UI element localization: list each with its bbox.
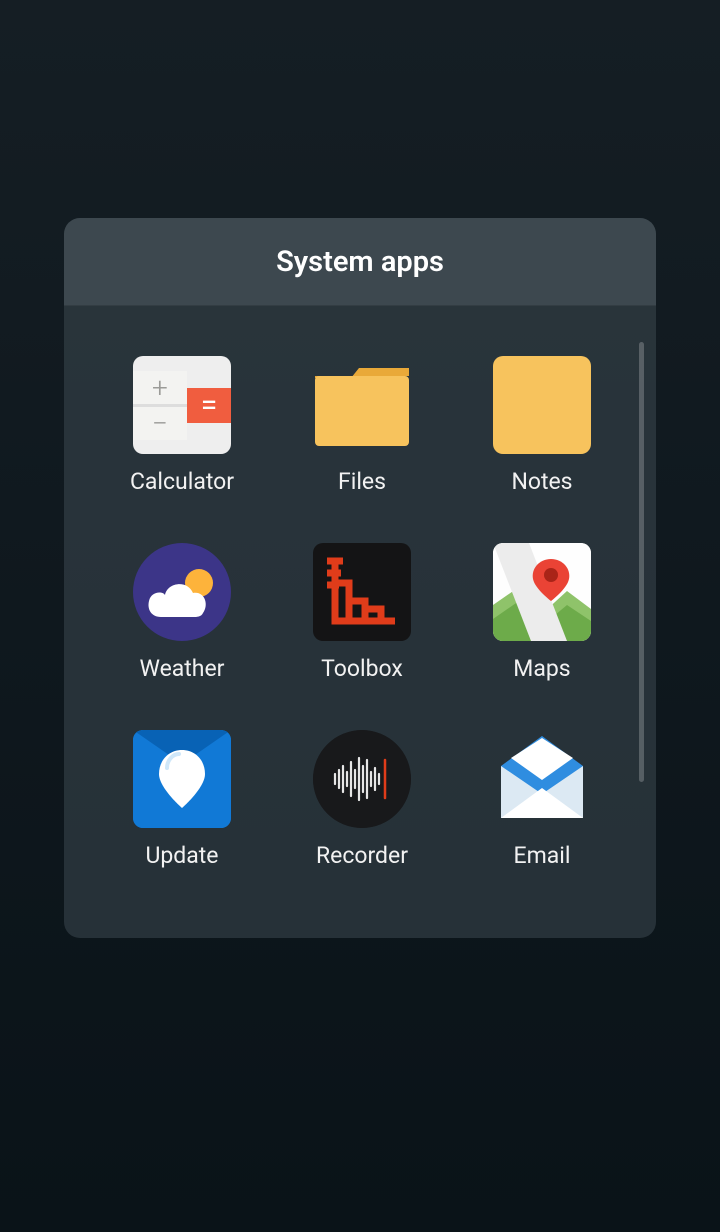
- app-maps[interactable]: Maps: [462, 543, 622, 682]
- app-weather[interactable]: Weather: [102, 543, 262, 682]
- app-label: Email: [514, 842, 571, 869]
- app-label: Files: [338, 468, 386, 495]
- scrollbar[interactable]: [639, 342, 644, 782]
- files-icon: [313, 356, 411, 454]
- weather-icon: [133, 543, 231, 641]
- app-update[interactable]: Update: [102, 730, 262, 869]
- folder-content: +− = Calculator Files: [64, 306, 656, 938]
- app-files[interactable]: Files: [282, 356, 442, 495]
- app-email[interactable]: Email: [462, 730, 622, 869]
- app-toolbox[interactable]: Toolbox: [282, 543, 442, 682]
- toolbox-icon: [313, 543, 411, 641]
- notes-icon: [493, 356, 591, 454]
- app-label: Recorder: [316, 842, 408, 869]
- folder-header: System apps: [64, 218, 656, 306]
- maps-icon: [493, 543, 591, 641]
- app-recorder[interactable]: Recorder: [282, 730, 442, 869]
- app-label: Calculator: [130, 468, 234, 495]
- calculator-icon: +− =: [133, 356, 231, 454]
- app-grid: +− = Calculator Files: [102, 356, 622, 869]
- app-calculator[interactable]: +− = Calculator: [102, 356, 262, 495]
- app-label: Update: [145, 842, 218, 869]
- email-icon: [493, 730, 591, 828]
- app-label: Toolbox: [321, 655, 403, 682]
- update-icon: [133, 730, 231, 828]
- app-notes[interactable]: Notes: [462, 356, 622, 495]
- folder-title[interactable]: System apps: [276, 245, 444, 279]
- recorder-icon: [313, 730, 411, 828]
- app-label: Weather: [140, 655, 225, 682]
- app-folder-panel: System apps +− = Calculator File: [64, 218, 656, 938]
- app-label: Notes: [511, 468, 572, 495]
- app-label: Maps: [513, 655, 570, 682]
